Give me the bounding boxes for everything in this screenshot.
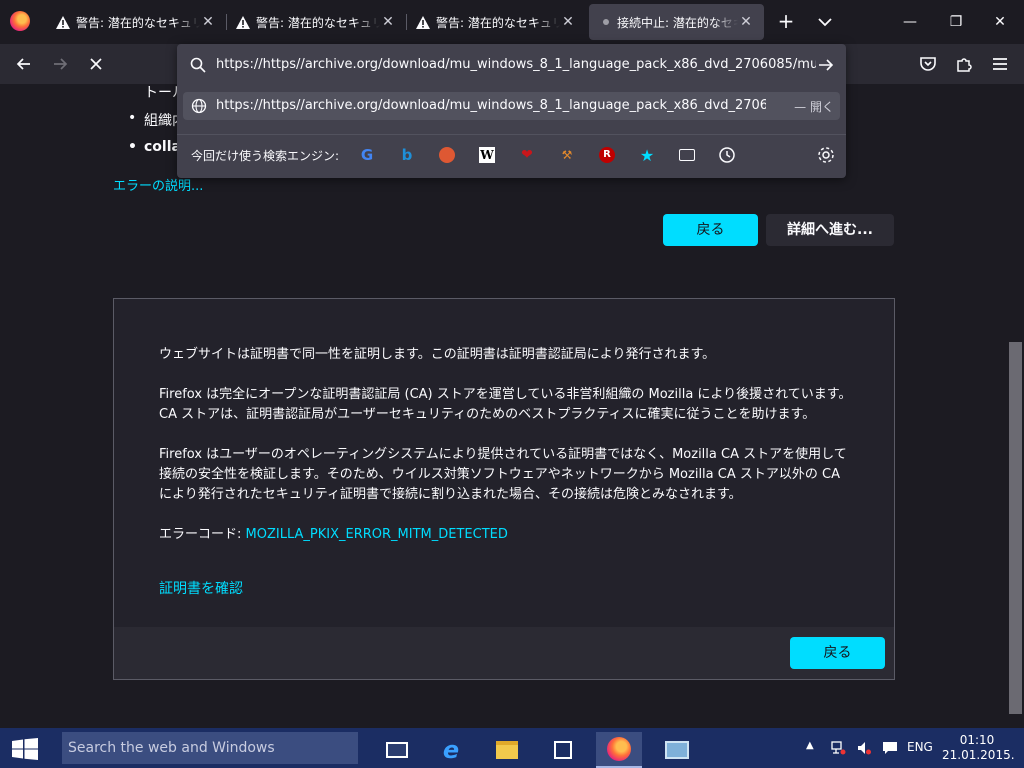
tabs-icon[interactable] (677, 145, 697, 165)
ebay-icon[interactable]: ❤ (517, 145, 537, 165)
tab-title: 警告: 潜在的なセキュリティ (436, 15, 560, 30)
loading-dot-icon (603, 19, 609, 25)
back-arrow-icon[interactable] (14, 54, 34, 74)
tab-title: 警告: 潜在的なセキュリティ (256, 15, 380, 30)
urlbar-dropdown: https://https//archive.org/download/mu_w… (177, 44, 846, 178)
clock-date: 21.01.2015. (942, 748, 1015, 762)
advanced-paragraph-1: ウェブサイトは証明書で同一性を証明します。この証明書は証明書認証局により発行され… (159, 347, 716, 362)
url-suggestion-row[interactable]: https://https//archive.org/download/mu_w… (183, 92, 840, 120)
tab-close-icon[interactable]: ✕ (560, 14, 576, 30)
tab-title: 警告: 潜在的なセキュリティ (76, 15, 200, 30)
advanced-panel: ウェブサイトは証明書で同一性を証明します。この証明書は証明書認証局により発行され… (113, 298, 895, 680)
firefox-taskbar-icon[interactable] (596, 732, 642, 768)
go-back-button[interactable]: 戻る (663, 214, 758, 246)
network-icon[interactable] (830, 740, 846, 756)
error-code-label: エラーコード: (159, 527, 242, 542)
remote-desktop-icon[interactable] (654, 732, 700, 768)
tab-close-icon[interactable]: ✕ (200, 14, 216, 30)
advanced-paragraph-2: Firefox は完全にオープンな証明書認証局 (CA) ストアを運営している非… (159, 387, 852, 422)
close-window-button[interactable]: ✕ (990, 12, 1010, 32)
advanced-footer: 戻る (114, 627, 894, 679)
view-certificate-line: 証明書を確認 (159, 579, 854, 600)
amazon-icon[interactable]: ⚒ (557, 145, 577, 165)
urlbar-input[interactable]: https://https//archive.org/download/mu_w… (177, 44, 846, 86)
tab-1[interactable]: 警告: 潜在的なセキュリティ ✕ (46, 4, 226, 40)
forward-arrow-icon[interactable] (50, 54, 70, 74)
bing-icon[interactable]: b (397, 145, 417, 165)
error-code-line: エラーコード: MOZILLA_PKIX_ERROR_MITM_DETECTED (159, 525, 854, 545)
volume-muted-icon[interactable] (856, 740, 872, 756)
duckduckgo-icon[interactable] (437, 145, 457, 165)
history-clock-icon[interactable] (717, 145, 737, 165)
tab-3[interactable]: 警告: 潜在的なセキュリティ ✕ (406, 4, 586, 40)
tab-close-icon[interactable]: ✕ (380, 14, 396, 30)
error-code-link[interactable]: MOZILLA_PKIX_ERROR_MITM_DETECTED (246, 527, 508, 542)
urlbar-value[interactable]: https://https//archive.org/download/mu_w… (216, 57, 816, 72)
tab-title: 接続中止: 潜在的なセキュリ (617, 15, 738, 30)
warning-icon (236, 15, 250, 29)
gear-icon[interactable] (816, 145, 836, 165)
tray-chevron-up-icon[interactable]: ▲ (806, 740, 814, 756)
hamburger-menu-icon[interactable] (990, 54, 1010, 74)
tab-list-chevron-down-icon[interactable] (815, 12, 835, 32)
stop-loading-icon[interactable] (86, 54, 106, 74)
firefox-logo-icon[interactable] (10, 11, 30, 31)
taskbar-search-placeholder: Search the web and Windows (68, 740, 275, 756)
tab-close-icon[interactable]: ✕ (738, 14, 754, 30)
internet-explorer-icon[interactable]: e (428, 732, 474, 768)
go-arrow-icon[interactable] (817, 57, 835, 73)
tab-2[interactable]: 警告: 潜在的なセキュリティ ✕ (226, 4, 406, 40)
search-icon (190, 57, 206, 73)
task-view-icon[interactable] (374, 732, 420, 768)
extensions-puzzle-icon[interactable] (954, 54, 974, 74)
new-tab-button[interactable]: + (774, 10, 798, 34)
language-indicator[interactable]: ENG (907, 740, 933, 756)
clock-time: 01:10 (959, 733, 995, 747)
windows-start-icon[interactable] (12, 738, 38, 760)
search-engines-label: 今回だけ使う検索エンジン: (191, 149, 340, 163)
url-suggestion-text: https://https//archive.org/download/mu_w… (216, 98, 766, 113)
url-suggestion-action: — 開く (794, 100, 834, 114)
footer-go-back-button[interactable]: 戻る (790, 637, 885, 669)
google-icon[interactable]: G (357, 145, 377, 165)
tab-strip: 警告: 潜在的なセキュリティ ✕ 警告: 潜在的なセキュリティ ✕ 警告: 潜在… (0, 0, 1024, 44)
bookmarks-star-icon[interactable]: ★ (637, 145, 657, 165)
advanced-paragraph-3: Firefox はユーザーのオペレーティングシステムにより提供されている証明書で… (159, 447, 847, 502)
one-off-search-engines: 今回だけ使う検索エンジン: G b W ❤ ⚒ R ★ (177, 134, 846, 174)
maximize-button[interactable]: ❐ (946, 12, 966, 32)
file-explorer-icon[interactable] (484, 732, 530, 768)
rakuten-icon[interactable]: R (597, 145, 617, 165)
tab-4-active[interactable]: 接続中止: 潜在的なセキュリ ✕ (589, 4, 764, 40)
scrollbar-thumb[interactable] (1009, 342, 1022, 714)
windows-taskbar: Search the web and Windows e ▲ ENG 01:10… (0, 728, 1024, 768)
screen: 警告: 潜在的なセキュリティ ✕ 警告: 潜在的なセキュリティ ✕ 警告: 潜在… (0, 0, 1024, 768)
warning-icon (56, 15, 70, 29)
minimize-button[interactable]: — (900, 12, 920, 32)
action-center-icon[interactable] (882, 740, 898, 756)
system-clock[interactable]: 01:10 21.01.2015. (942, 733, 1015, 763)
pocket-icon[interactable] (918, 54, 938, 74)
warning-icon (416, 15, 430, 29)
globe-icon (191, 98, 207, 114)
taskbar-search-input[interactable]: Search the web and Windows (62, 732, 358, 764)
wikipedia-icon[interactable]: W (477, 145, 497, 165)
store-icon[interactable] (540, 732, 586, 768)
page-scrollbar[interactable] (1007, 84, 1024, 728)
view-certificate-link[interactable]: 証明書を確認 (159, 581, 243, 597)
advanced-button[interactable]: 詳細へ進む... (766, 214, 894, 246)
error-page: トール 組織内 collab エラーの説明... 戻る 詳細へ進む... ウェブ… (0, 84, 1024, 728)
